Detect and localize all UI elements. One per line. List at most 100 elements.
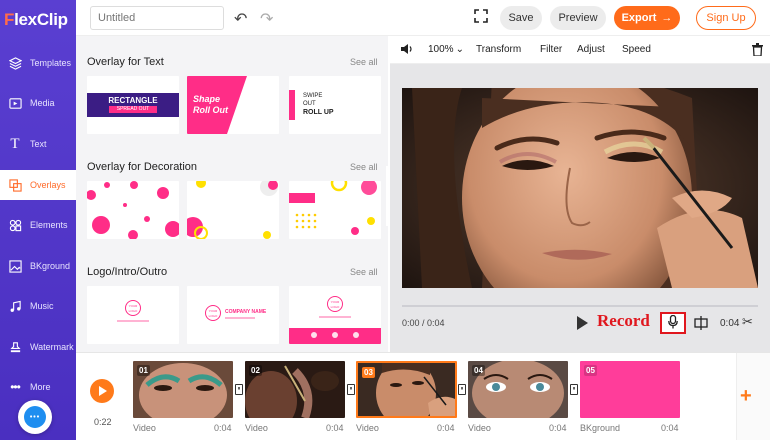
undo-icon[interactable]: ↶	[234, 9, 247, 29]
clip-number: 05	[584, 365, 597, 376]
sidebar-item-label: Text	[30, 139, 47, 149]
split-icon[interactable]	[694, 316, 708, 330]
sidebar-item-label: Templates	[30, 58, 72, 68]
clip-label: Video	[356, 423, 379, 433]
timeline-clip-1[interactable]: 01	[133, 361, 233, 418]
transition-icon[interactable]: ⏸	[235, 384, 243, 395]
signup-button[interactable]: Sign Up	[696, 6, 756, 30]
overlay-shape-rollout-thumb[interactable]: Shape Roll Out	[187, 76, 279, 134]
rectangle-text: RECTANGLE	[108, 96, 158, 105]
decoration-shapes-thumb[interactable]	[289, 181, 381, 239]
record-label: Record	[597, 311, 650, 330]
zoom-select[interactable]: 100% ⌄	[428, 44, 464, 55]
sidebar-item-text[interactable]: T Text	[0, 129, 76, 159]
swipe-text-1: SWIPE	[303, 93, 323, 99]
shapes-graphic	[289, 181, 377, 235]
see-all-link[interactable]: See all	[350, 267, 378, 277]
chat-button[interactable]: •••	[18, 400, 52, 434]
record-button[interactable]	[660, 312, 686, 334]
video-preview[interactable]	[402, 88, 758, 288]
tagline-line	[319, 316, 351, 318]
clip-duration: 0:04	[214, 423, 232, 433]
music-icon	[8, 299, 22, 313]
social-bar	[289, 328, 381, 344]
shape-text-2: Roll Out	[193, 105, 228, 115]
adjust-button[interactable]: Adjust	[577, 44, 605, 55]
logo-outro-thumb[interactable]: YOUR LOGO	[289, 286, 381, 344]
company-name-text: COMPANY NAME	[225, 309, 267, 315]
circles-graphic	[187, 181, 278, 239]
filter-button[interactable]: Filter	[540, 44, 562, 55]
plus-icon: +	[740, 385, 752, 407]
timeline-clip-2[interactable]: 02	[245, 361, 345, 418]
playback-progress[interactable]	[402, 305, 758, 307]
fullscreen-icon[interactable]	[474, 9, 488, 23]
sidebar-item-watermark[interactable]: Watermark	[0, 332, 76, 362]
trash-icon[interactable]	[752, 43, 763, 59]
see-all-link[interactable]: See all	[350, 57, 378, 67]
clip-duration: 0:04	[326, 423, 344, 433]
timeline-clip-5[interactable]: 05	[580, 361, 680, 418]
decoration-dots-thumb[interactable]	[87, 181, 179, 239]
stamp-icon	[8, 340, 22, 354]
clip-label: BKground	[580, 423, 621, 433]
sidebar-item-label: Watermark	[30, 342, 74, 352]
top-bar: ↶ ↷ Save Preview Export→ Sign Up	[76, 0, 770, 36]
volume-icon[interactable]	[400, 43, 413, 58]
timeline-play-button[interactable]	[90, 379, 114, 403]
save-button[interactable]: Save	[500, 6, 542, 30]
redo-icon[interactable]: ↷	[260, 9, 273, 29]
speed-button[interactable]: Speed	[622, 44, 651, 55]
overlay-swipe-thumb[interactable]: SWIPE OUT ROLL UP	[289, 76, 381, 134]
swipe-text-2: OUT	[303, 101, 316, 107]
export-button[interactable]: Export →	[614, 6, 680, 30]
sidebar-item-label: BKground	[30, 261, 71, 271]
more-icon: •••	[10, 380, 21, 394]
sidebar-item-label: Elements	[30, 220, 68, 230]
clip-duration: 0:04	[437, 423, 455, 433]
preview-canvas: 0:00 / 0:04 Record 0:04 ✂	[390, 64, 770, 352]
timeline-clip-4[interactable]: 04	[468, 361, 568, 418]
clip-duration: 0:04	[720, 318, 740, 329]
scissors-icon[interactable]: ✂	[742, 314, 753, 330]
section-title: Overlay for Text	[87, 56, 164, 68]
tagline-line	[225, 317, 255, 319]
play-icon[interactable]	[577, 316, 588, 330]
social-icon	[311, 332, 317, 338]
preview-button[interactable]: Preview	[550, 6, 606, 30]
sidebar-item-overlays[interactable]: Overlays	[0, 170, 76, 200]
overlay-rectangle-thumb[interactable]: RECTANGLE SPREAD OUT	[87, 76, 179, 134]
logo-intro-thumb-1[interactable]: YOUR LOGO	[87, 286, 179, 344]
background-icon	[8, 259, 22, 273]
sidebar-item-elements[interactable]: Elements	[0, 210, 76, 240]
flexclip-logo[interactable]: FlexClip	[4, 10, 68, 30]
sidebar-item-templates[interactable]: Templates	[0, 48, 76, 78]
decoration-circles-thumb[interactable]	[187, 181, 279, 239]
sidebar-item-media[interactable]: Media	[0, 88, 76, 118]
sidebar-item-music[interactable]: Music	[0, 291, 76, 321]
transition-icon[interactable]: ⏸	[347, 384, 355, 395]
section-title: Logo/Intro/Outro	[87, 266, 168, 278]
sidebar-item-bkground[interactable]: BKground	[0, 251, 76, 281]
makeup-video-frame	[402, 88, 758, 288]
sidebar-item-label: Overlays	[30, 180, 66, 190]
logo-intro-thumb-2[interactable]: YOUR LOGO COMPANY NAME	[187, 286, 279, 344]
clip-label: Video	[468, 423, 491, 433]
sidebar: FlexClip Templates Media T Text Overlays…	[0, 0, 76, 440]
transition-icon[interactable]: ⏸	[458, 384, 466, 395]
swipe-bar	[289, 90, 295, 120]
sidebar-item-label: Music	[30, 301, 54, 311]
sidebar-item-more[interactable]: ••• More	[0, 372, 76, 402]
transform-button[interactable]: Transform	[476, 44, 521, 55]
sidebar-item-label: Media	[30, 98, 55, 108]
see-all-link[interactable]: See all	[350, 162, 378, 172]
add-clip-button[interactable]: +	[740, 385, 752, 408]
timeline-clip-3[interactable]: 03	[356, 361, 457, 418]
social-icon	[353, 332, 359, 338]
social-icon	[332, 332, 338, 338]
transition-icon[interactable]: ⏸	[570, 384, 578, 395]
project-title-input[interactable]	[90, 6, 224, 30]
clip-duration: 0:04	[661, 423, 679, 433]
media-icon	[8, 96, 22, 110]
chevron-down-icon: ⌄	[455, 44, 464, 55]
